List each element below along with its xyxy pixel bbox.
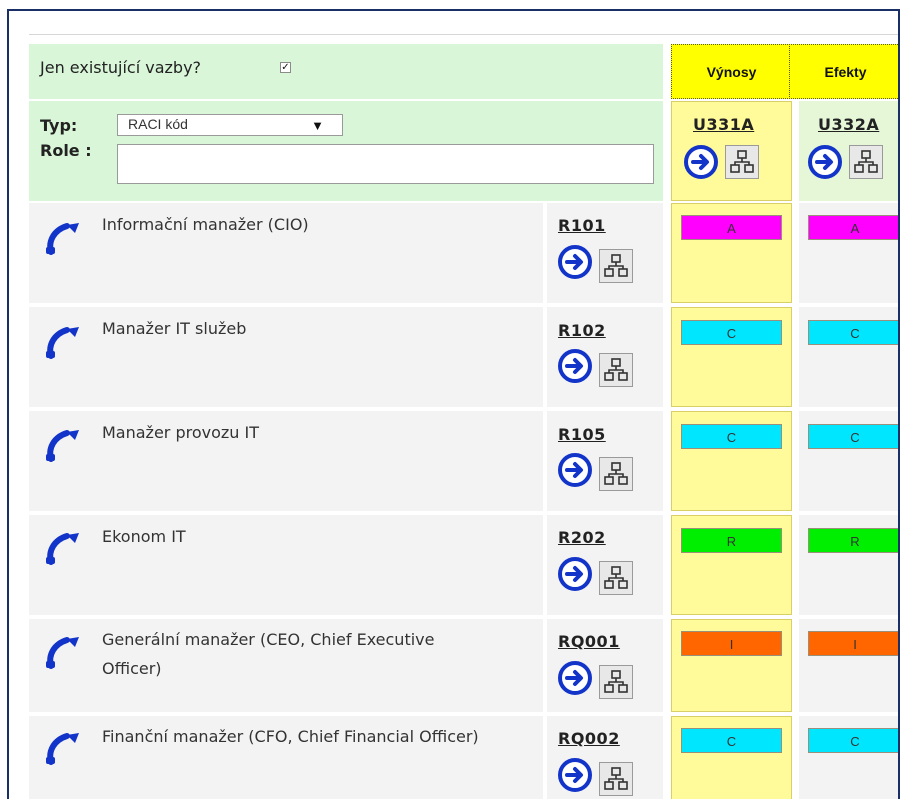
hierarchy-icon[interactable] [599, 665, 633, 699]
phone-icon[interactable] [44, 633, 92, 671]
navigate-arrow-icon[interactable] [558, 453, 592, 487]
navigate-arrow-icon[interactable] [558, 661, 592, 695]
role-code-link[interactable]: R102 [558, 321, 606, 340]
navigate-arrow-icon[interactable] [558, 349, 592, 383]
raci-badge: I [681, 631, 782, 656]
type-select-value: RACI kód [128, 116, 188, 132]
role-label: Role : [40, 141, 92, 160]
hierarchy-icon[interactable] [725, 145, 759, 179]
role-name: Informační manažer (CIO) [102, 215, 309, 234]
navigate-arrow-icon[interactable] [808, 145, 842, 179]
dropdown-triangle-icon: ▼ [311, 118, 324, 133]
column-header-vynosy: Výnosy [671, 44, 792, 99]
role-code-link[interactable]: R202 [558, 528, 606, 547]
phone-icon[interactable] [44, 529, 92, 567]
column-header-efekty: Efekty [789, 44, 898, 99]
role-code-link[interactable]: RQ001 [558, 632, 620, 651]
role-code-link[interactable]: R105 [558, 425, 606, 444]
navigate-arrow-icon[interactable] [558, 245, 592, 279]
role-name: Finanční manažer (CFO, Chief Financial O… [102, 727, 479, 746]
role-name: Manažer provozu IT [102, 423, 260, 442]
raci-badge: A [808, 215, 898, 240]
raci-badge: A [681, 215, 782, 240]
role-name: Ekonom IT [102, 527, 186, 546]
role-input[interactable] [117, 144, 654, 184]
role-code-link[interactable]: RQ002 [558, 729, 620, 748]
hierarchy-icon[interactable] [599, 561, 633, 595]
raci-badge: R [808, 528, 898, 553]
phone-icon[interactable] [44, 219, 92, 257]
role-name: Manažer IT služeb [102, 319, 247, 338]
raci-badge: C [808, 728, 898, 753]
hierarchy-icon[interactable] [599, 457, 633, 491]
existing-links-checkbox[interactable]: ✓ [280, 62, 291, 73]
raci-badge: C [681, 424, 782, 449]
role-code-link[interactable]: R101 [558, 216, 606, 235]
type-select[interactable]: RACI kód ▼ [117, 114, 343, 136]
top-divider [29, 34, 898, 35]
phone-icon[interactable] [44, 729, 92, 767]
raci-badge: C [681, 728, 782, 753]
column-code-link-2[interactable]: U332A [818, 115, 879, 134]
role-name: Generální manažer (CEO, Chief Executive … [102, 630, 435, 678]
navigate-arrow-icon[interactable] [684, 145, 718, 179]
hierarchy-icon[interactable] [599, 353, 633, 387]
raci-matrix-panel: Jen existující vazby? ✓ Typ: Role : RACI… [7, 9, 900, 799]
navigate-arrow-icon[interactable] [558, 557, 592, 591]
type-label: Typ: [40, 116, 78, 135]
raci-badge: C [681, 320, 782, 345]
hierarchy-icon[interactable] [849, 145, 883, 179]
raci-badge: R [681, 528, 782, 553]
phone-icon[interactable] [44, 323, 92, 361]
hierarchy-icon[interactable] [599, 249, 633, 283]
raci-badge: I [808, 631, 898, 656]
existing-links-label: Jen existující vazby? [40, 58, 202, 77]
raci-badge: C [808, 320, 898, 345]
hierarchy-icon[interactable] [599, 762, 633, 796]
column-code-link-1[interactable]: U331A [693, 115, 754, 134]
navigate-arrow-icon[interactable] [558, 758, 592, 792]
phone-icon[interactable] [44, 426, 92, 464]
raci-badge: C [808, 424, 898, 449]
